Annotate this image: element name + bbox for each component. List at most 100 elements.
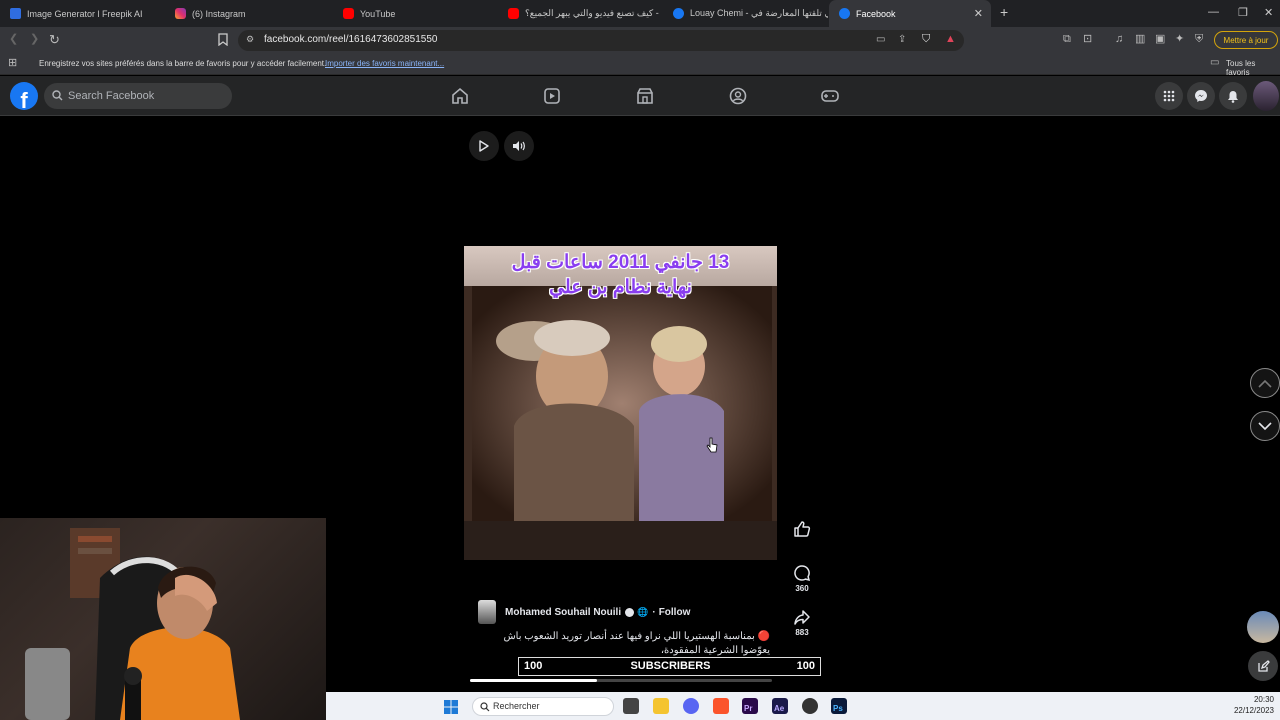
leo-ai-icon[interactable]: ✦ (1175, 34, 1184, 45)
shares-count: 883 (795, 628, 809, 637)
share-icon[interactable]: ⇪ (898, 35, 906, 45)
restore-icon[interactable]: ❐ (1238, 6, 1248, 19)
tab-youtube-video[interactable]: كيف تصنع فيديو والتي يبهر الجميع؟ - (498, 0, 663, 27)
taskbar-search-input[interactable]: Rechercher (472, 697, 614, 716)
like-button[interactable] (790, 520, 814, 540)
minimize-icon[interactable]: — (1208, 6, 1219, 18)
tab-facebook[interactable]: Facebook ✕ (829, 0, 991, 27)
tab-instagram[interactable]: (6) Instagram (165, 0, 333, 27)
groups-icon[interactable] (728, 86, 748, 106)
system-clock[interactable]: 20:30 22/12/2023 (1234, 694, 1274, 716)
discord-icon[interactable] (683, 698, 699, 714)
apps-grid-icon[interactable]: ⊞ (8, 58, 17, 69)
author-row: Mohamed Souhail Nouili 🌐 · Follow (478, 600, 690, 624)
clock-time: 20:30 (1253, 695, 1274, 704)
search-input[interactable]: Search Facebook (44, 83, 232, 109)
screenshot-icon[interactable]: ⊡ (1083, 34, 1092, 45)
task-view-icon[interactable] (623, 698, 639, 714)
video-caption: 13 جانفي 2011 ساعات قبل نهاية نظام بن عل… (464, 250, 777, 300)
home-icon[interactable] (450, 86, 470, 106)
all-bookmarks-link[interactable]: Tous les favoris (1226, 59, 1280, 77)
vpn-icon[interactable]: ⛨ (1195, 34, 1203, 45)
facebook-logo[interactable]: f (10, 82, 38, 110)
back-icon[interactable]: ❮ (9, 34, 18, 45)
mouse-cursor-icon (706, 437, 718, 453)
facebook-header: f Search Facebook (0, 76, 1280, 116)
brave-rewards-icon[interactable]: ▲ (945, 34, 956, 45)
separator-dot: · (652, 606, 656, 618)
extensions-icon[interactable]: ⧉ (1063, 34, 1071, 45)
tab-label: Image Generator l Freepik AI (27, 8, 143, 19)
reload-icon[interactable]: ↻ (49, 33, 60, 46)
play-button[interactable] (469, 131, 499, 161)
tab-label: Louay Chemi - تي تلقتها المعارضة في (690, 8, 828, 18)
subscribers-overlay: 100 SUBSCRIBERS 100 (518, 657, 821, 676)
windows-start-icon[interactable] (444, 700, 458, 714)
tab-label: YouTube (360, 8, 396, 19)
new-message-button[interactable] (1248, 651, 1278, 681)
search-icon (480, 702, 490, 712)
tab-label: كيف تصنع فيديو والتي يبهر الجميع؟ - (525, 8, 659, 18)
messenger-icon[interactable] (1187, 82, 1215, 110)
wallet-icon[interactable]: ▣ (1155, 34, 1165, 45)
davinci-resolve-icon[interactable] (802, 698, 818, 714)
brave-icon[interactable] (713, 698, 729, 714)
bookmark-bar: ⊞ Enregistrez vos sites préférés dans la… (0, 53, 1280, 77)
bookmark-prompt: Enregistrez vos sites préférés dans la b… (39, 59, 327, 68)
follow-link[interactable]: Follow (659, 607, 691, 618)
url-text: facebook.com/reel/1616473602851550 (264, 34, 438, 45)
contact-avatar[interactable] (1247, 611, 1279, 643)
next-reel-button[interactable] (1250, 411, 1280, 441)
bookmark-icon[interactable] (218, 33, 228, 49)
like-icon (794, 521, 811, 537)
previous-reel-button[interactable] (1250, 368, 1280, 398)
import-bookmarks-link[interactable]: Importer des favoris maintenant... (325, 59, 444, 68)
video-progress-bar[interactable] (470, 679, 772, 682)
file-explorer-icon[interactable] (653, 698, 669, 714)
site-info-icon[interactable]: ⚙ (246, 35, 254, 44)
globe-icon: 🌐 (637, 606, 649, 617)
brave-shield-icon[interactable]: ⛉ (922, 34, 930, 45)
photoshop-icon[interactable]: Ps (831, 698, 847, 714)
comment-icon (794, 565, 811, 582)
address-bar[interactable]: ⚙ facebook.com/reel/1616473602851550 ▭ ⇪… (238, 30, 964, 51)
tab-youtube[interactable]: YouTube (333, 0, 498, 27)
facebook-icon (673, 8, 684, 19)
forward-icon[interactable]: ❯ (30, 34, 39, 45)
menu-grid-icon[interactable] (1155, 82, 1183, 110)
webcam-overlay (0, 518, 326, 720)
taskbar-search-label: Rechercher (493, 701, 540, 711)
share-button[interactable]: 883 (790, 608, 814, 637)
sidebar-icon[interactable]: ▥ (1135, 34, 1145, 45)
volume-button[interactable] (504, 131, 534, 161)
play-icon (479, 140, 489, 152)
new-tab-icon[interactable]: + (1000, 4, 1008, 20)
marketplace-icon[interactable] (635, 86, 655, 106)
premiere-pro-icon[interactable]: Pr (742, 698, 758, 714)
after-effects-icon[interactable]: Ae (772, 698, 788, 714)
profile-avatar[interactable] (1253, 81, 1279, 111)
gaming-icon[interactable] (820, 86, 840, 106)
youtube-icon (508, 8, 519, 19)
comment-button[interactable]: 360 (790, 564, 814, 593)
video-icon[interactable] (542, 86, 562, 106)
close-window-icon[interactable]: ✕ (1264, 6, 1273, 19)
reel-video[interactable]: 13 جانفي 2011 ساعات قبل نهاية نظام بن عل… (464, 246, 777, 560)
author-name[interactable]: Mohamed Souhail Nouili (505, 607, 621, 618)
close-tab-icon[interactable]: ✕ (974, 7, 983, 20)
facebook-icon (839, 8, 850, 19)
author-avatar[interactable] (478, 600, 496, 624)
verified-badge-icon (625, 607, 635, 617)
chevron-up-icon (1258, 379, 1272, 388)
compose-icon (1257, 659, 1270, 672)
share-arrow-icon (794, 610, 810, 625)
tab-label: Facebook (856, 8, 896, 19)
notifications-icon[interactable] (1219, 82, 1247, 110)
cast-icon[interactable]: ▭ (876, 35, 885, 45)
tab-louay-chemi[interactable]: Louay Chemi - تي تلقتها المعارضة في (663, 0, 828, 27)
media-icon[interactable]: ♫ (1115, 34, 1123, 45)
tab-freepik[interactable]: Image Generator l Freepik AI (0, 0, 165, 27)
windows-taskbar: Rechercher Pr Ae Ps 20:30 22/12/2023 (326, 692, 1280, 720)
search-placeholder: Search Facebook (68, 90, 155, 102)
update-button[interactable]: Mettre à jour (1214, 31, 1278, 49)
